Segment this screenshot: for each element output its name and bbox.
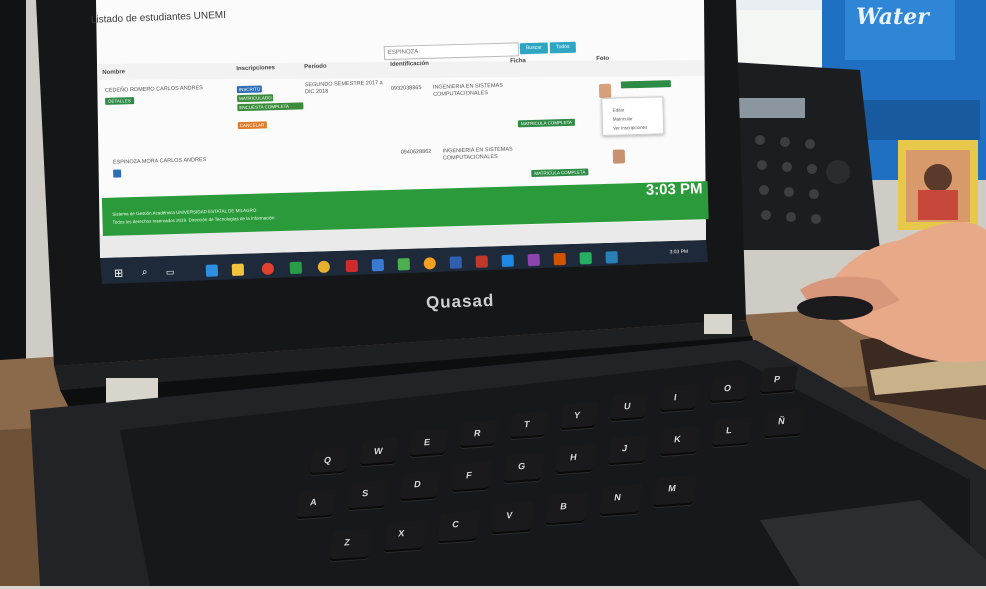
app-icon[interactable] (553, 252, 566, 266)
key-k[interactable]: K (659, 425, 701, 457)
key-u[interactable]: U (609, 392, 649, 422)
opera-icon[interactable] (261, 262, 275, 275)
app-icon[interactable] (475, 255, 488, 268)
key-c[interactable]: C (437, 510, 481, 544)
taskbar-clock: 3:03 PM (669, 248, 689, 256)
app-icon[interactable] (501, 254, 514, 268)
key-b[interactable]: B (545, 492, 589, 526)
task-view-icon[interactable]: ▭ (166, 266, 178, 278)
key-d[interactable]: D (399, 470, 441, 502)
app-icon[interactable] (345, 259, 359, 273)
app-icon[interactable] (423, 257, 436, 270)
edge-browser-icon[interactable] (205, 264, 219, 277)
key-n[interactable]: N (599, 483, 643, 517)
key-j[interactable]: J (607, 434, 649, 466)
search-icon[interactable]: ⌕ (142, 267, 154, 279)
key-l[interactable]: L (711, 416, 753, 448)
key-z[interactable]: Z (329, 528, 373, 562)
key-s[interactable]: S (347, 479, 389, 511)
key-ñ[interactable]: Ñ (763, 407, 805, 439)
windows-start-icon[interactable]: ⊞ (114, 267, 126, 280)
key-t[interactable]: T (509, 410, 549, 440)
key-p[interactable]: P (759, 365, 799, 395)
app-icon[interactable] (527, 253, 540, 267)
key-e[interactable]: E (409, 428, 449, 458)
app-icon[interactable] (397, 258, 411, 271)
app-icon[interactable] (289, 261, 303, 275)
key-x[interactable]: X (383, 519, 427, 553)
key-a[interactable]: A (295, 488, 337, 520)
app-icon[interactable] (371, 258, 385, 272)
key-w[interactable]: W (359, 437, 399, 467)
key-g[interactable]: G (503, 452, 545, 484)
file-explorer-icon[interactable] (231, 263, 245, 276)
app-icon[interactable] (449, 256, 462, 269)
app-icon[interactable] (605, 251, 618, 264)
bottle-label: Water (856, 4, 929, 30)
key-m[interactable]: M (653, 474, 697, 508)
key-v[interactable]: V (491, 501, 535, 535)
app-icon[interactable] (579, 252, 592, 265)
key-y[interactable]: Y (559, 401, 599, 431)
key-h[interactable]: H (555, 443, 597, 475)
laptop-brand-logo: Quasad (425, 290, 495, 313)
chrome-icon[interactable] (317, 260, 331, 274)
key-o[interactable]: O (709, 374, 749, 404)
key-i[interactable]: I (659, 383, 699, 413)
key-q[interactable]: Q (309, 446, 349, 476)
key-r[interactable]: R (459, 419, 499, 449)
key-f[interactable]: F (451, 461, 493, 493)
